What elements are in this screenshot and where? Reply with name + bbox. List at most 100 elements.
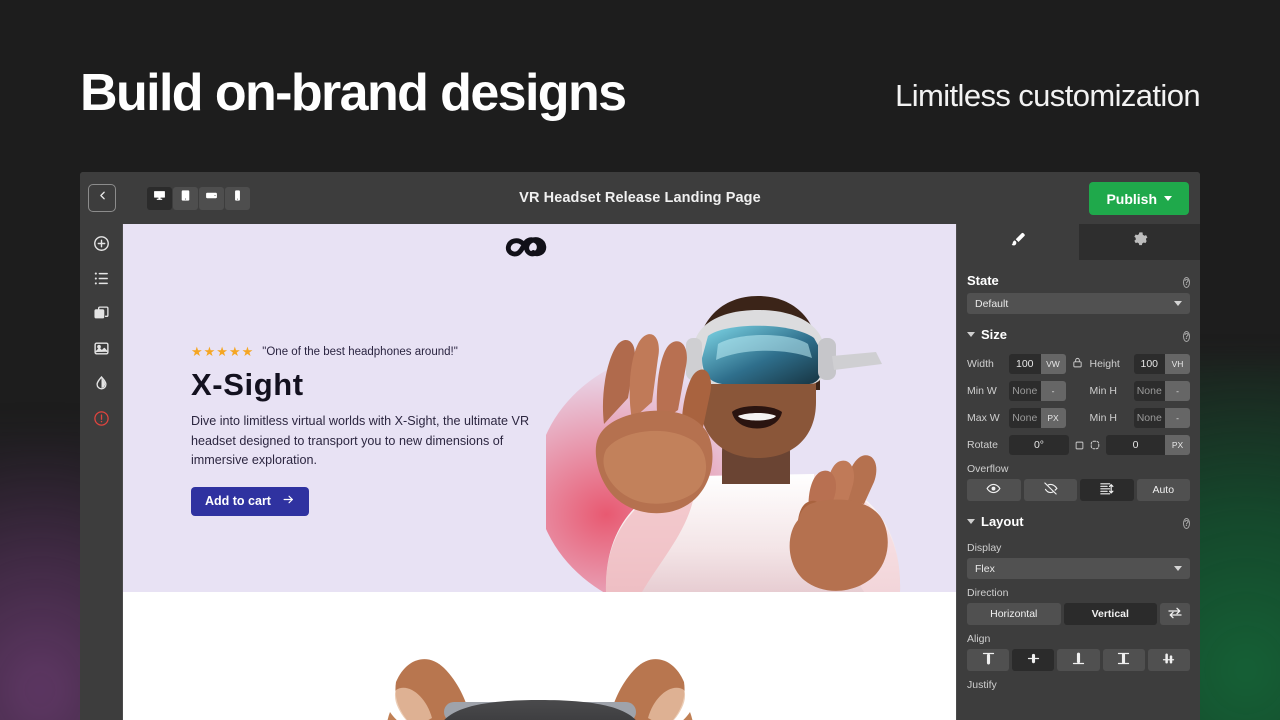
min-w-label: Min W [967, 385, 997, 397]
publish-button[interactable]: Publish [1089, 182, 1189, 215]
direction-horizontal-label: Horizontal [990, 608, 1038, 620]
sidebar-item-issues[interactable] [88, 410, 114, 432]
max-w-input[interactable]: None PX [1009, 408, 1066, 428]
overflow-visible-button[interactable] [967, 479, 1021, 501]
rotate-input[interactable]: 0° [1009, 435, 1069, 455]
align-start-button[interactable] [967, 649, 1010, 671]
layout-help-icon[interactable]: ? [1183, 514, 1190, 529]
align-segmented [967, 649, 1191, 671]
gear-icon [1131, 231, 1148, 253]
min-w-value: None [1009, 381, 1041, 401]
align-end-button[interactable] [1057, 649, 1100, 671]
hero-copy: ★★★★★ "One of the best headphones around… [191, 344, 561, 516]
height-unit[interactable]: VH [1165, 354, 1190, 374]
width-height-row: Width 100 VW Height 100 VH [967, 354, 1190, 374]
size-help-icon[interactable]: ? [1183, 327, 1190, 342]
screen: Build on-brand designs Limitless customi… [0, 0, 1280, 720]
max-h-unit[interactable]: - [1165, 408, 1190, 428]
square-icon[interactable] [1075, 441, 1084, 450]
radius-input[interactable]: 0 PX [1106, 435, 1190, 455]
align-label: Align [967, 633, 991, 645]
display-label: Display [967, 542, 1002, 554]
sidebar-item-assets[interactable] [88, 340, 114, 362]
state-help-icon[interactable]: ? [1183, 273, 1190, 288]
tab-settings[interactable] [1078, 224, 1200, 260]
width-label: Width [967, 358, 994, 370]
tab-style[interactable] [957, 224, 1079, 260]
align-center-button[interactable] [1012, 649, 1055, 671]
eye-icon [986, 481, 1001, 499]
direction-reverse-button[interactable] [1160, 603, 1190, 625]
state-value: Default [975, 297, 1009, 310]
height-input[interactable]: 100 VH [1133, 354, 1190, 374]
direction-horizontal-button[interactable]: Horizontal [967, 603, 1061, 625]
overflow-label: Overflow [967, 463, 1009, 475]
chevron-down-icon [1164, 196, 1172, 201]
device-tablet-landscape-button[interactable] [199, 186, 224, 210]
width-input[interactable]: 100 VW [1009, 354, 1066, 374]
sidebar-item-layers[interactable] [88, 270, 114, 292]
width-unit[interactable]: VW [1040, 354, 1066, 374]
min-size-row: Min W None - Min H None - [967, 381, 1190, 401]
panel-content: State ? Default Size ? Width 100 VW Heig… [957, 260, 1200, 720]
min-w-input[interactable]: None - [1009, 381, 1066, 401]
swap-arrows-icon [1167, 605, 1183, 624]
max-w-label: Max W [967, 412, 1000, 424]
overflow-hidden-button[interactable] [1023, 479, 1077, 501]
display-select[interactable]: Flex [967, 558, 1190, 579]
sidebar-item-pages[interactable] [88, 305, 114, 327]
tablet-landscape-icon [205, 189, 218, 207]
align-stretch-icon [1116, 651, 1131, 669]
direction-vertical-button[interactable]: Vertical [1063, 603, 1157, 625]
back-button[interactable] [88, 184, 116, 212]
device-tablet-portrait-button[interactable] [173, 186, 198, 210]
sidebar-item-theme[interactable] [88, 375, 114, 397]
max-h-value: None [1133, 408, 1165, 428]
page-subtitle: Limitless customization [895, 78, 1201, 113]
tablet-portrait-icon [179, 189, 192, 207]
panel-tab-bar [957, 224, 1200, 260]
state-select[interactable]: Default [967, 293, 1190, 314]
publish-button-label: Publish [1106, 190, 1157, 207]
min-h-input[interactable]: None - [1133, 381, 1190, 401]
max-h-input[interactable]: None - [1133, 408, 1190, 428]
star-rating: ★★★★★ [191, 344, 255, 359]
rotate-value: 0° [1009, 435, 1069, 455]
overflow-auto-button[interactable]: Auto [1136, 479, 1190, 501]
max-w-unit[interactable]: PX [1040, 408, 1066, 428]
min-w-unit[interactable]: - [1040, 381, 1066, 401]
device-desktop-button[interactable] [147, 186, 172, 210]
device-mobile-button[interactable] [225, 186, 250, 210]
alert-circle-icon [93, 410, 110, 432]
add-to-cart-button[interactable]: Add to cart [191, 486, 309, 516]
chevron-down-icon [967, 518, 975, 524]
image-icon [93, 340, 110, 362]
mobile-icon [231, 189, 244, 207]
width-value: 100 [1009, 354, 1041, 374]
chevron-down-icon [1174, 566, 1182, 571]
radius-unit[interactable]: PX [1165, 435, 1190, 455]
direction-vertical-label: Vertical [1091, 608, 1129, 620]
contrast-droplet-icon [93, 375, 110, 397]
review-quote: "One of the best headphones around!" [262, 346, 458, 358]
min-h-value: None [1133, 381, 1165, 401]
align-baseline-button[interactable] [1147, 649, 1191, 671]
min-h-label: Min H [1089, 385, 1117, 397]
layout-section-header[interactable]: Layout ? [967, 508, 1190, 534]
rendered-page: ★★★★★ "One of the best headphones around… [123, 224, 956, 720]
chevron-down-icon [967, 331, 975, 337]
plus-circle-icon [93, 235, 110, 257]
eye-off-icon [1043, 481, 1058, 499]
sidebar-item-add[interactable] [88, 235, 114, 257]
min-h-unit[interactable]: - [1165, 381, 1190, 401]
align-stretch-button[interactable] [1102, 649, 1145, 671]
canvas-viewport[interactable]: ★★★★★ "One of the best headphones around… [123, 224, 956, 720]
align-start-icon [981, 651, 996, 669]
overflow-scroll-button[interactable] [1080, 479, 1134, 501]
max-size-row: Max W None PX Min H None - [967, 408, 1190, 428]
lock-icon[interactable] [1072, 355, 1084, 373]
size-section-header[interactable]: Size ? [967, 321, 1190, 347]
properties-panel: State ? Default Size ? Width 100 VW Heig… [956, 224, 1200, 720]
corner-radius-icon[interactable] [1090, 440, 1100, 450]
app-window: VR Headset Release Landing Page Publish [80, 172, 1200, 720]
